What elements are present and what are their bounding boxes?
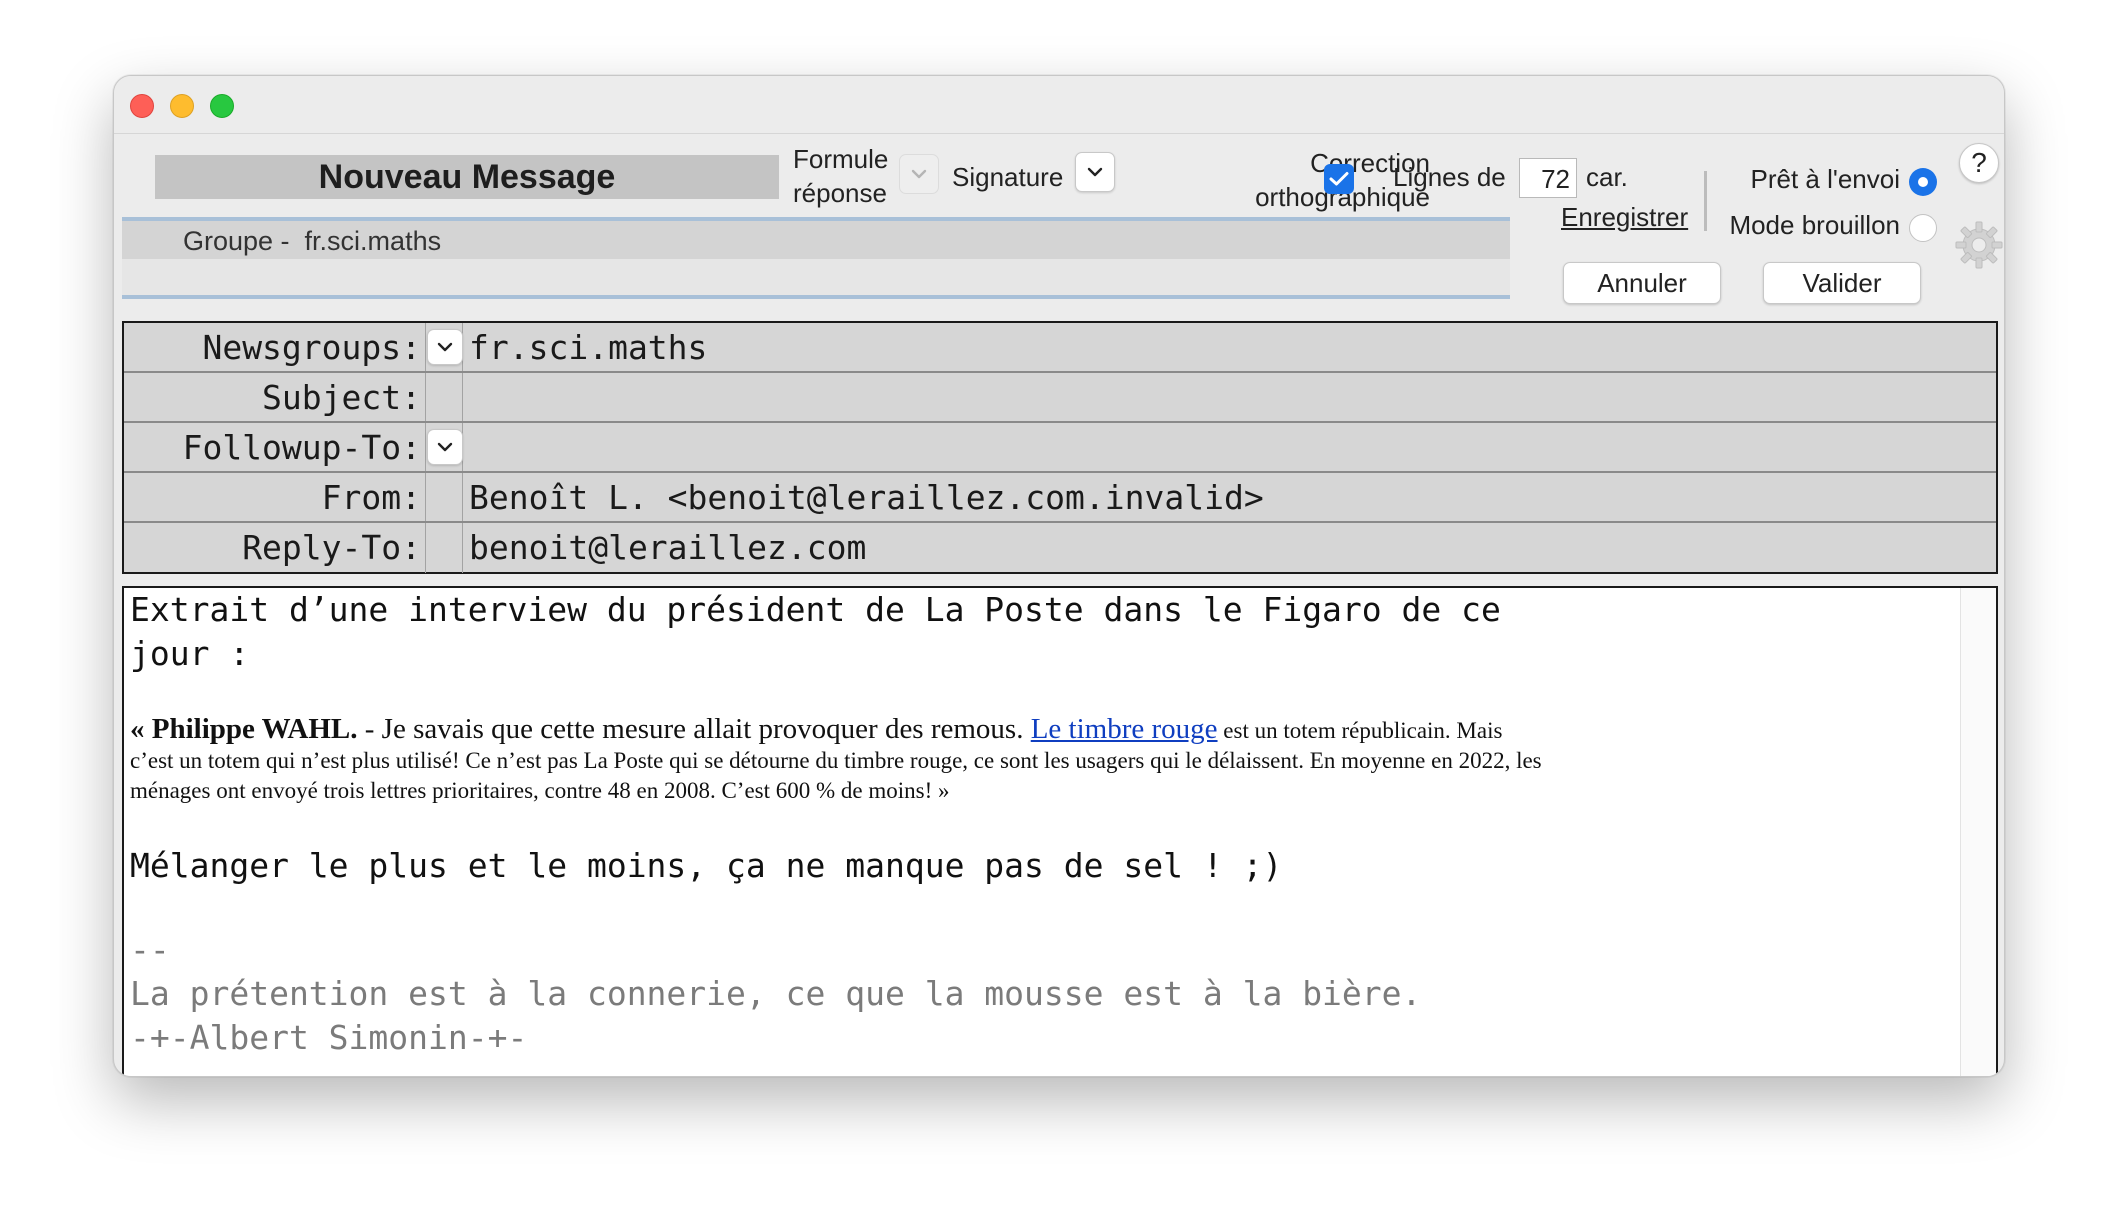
header-name: Followup-To: <box>182 428 421 467</box>
gear-icon[interactable] <box>1954 220 2004 270</box>
minimize-window-button[interactable] <box>170 94 194 118</box>
message-body-editor[interactable]: Extrait d’une interview du président de … <box>122 586 1998 1076</box>
quote-text-1: - Je savais que cette mesure allait prov… <box>357 713 1031 745</box>
group-panel: Groupe - fr.sci.maths <box>122 217 1510 299</box>
signature-popup-button[interactable] <box>1075 152 1115 192</box>
header-row-followup: Followup-To: <box>124 423 1996 473</box>
from-field[interactable]: Benoît L. <benoit@leraillez.com.invalid> <box>469 473 1996 521</box>
group-label: Groupe - fr.sci.maths <box>122 221 1510 259</box>
header-row-replyto: Reply-To: benoit@leraillez.com <box>124 523 1996 573</box>
quote-speaker: Philippe WAHL. <box>151 713 358 745</box>
body-scrollbar[interactable] <box>1960 588 1996 1076</box>
subject-field[interactable] <box>469 373 1996 421</box>
compose-window: Nouveau Message Formule réponse Signatur… <box>113 75 2005 1077</box>
quote-open: « <box>130 713 152 745</box>
header-popup-cell <box>425 523 463 573</box>
body-intro-line2: jour : <box>130 634 250 673</box>
zoom-window-button[interactable] <box>210 94 234 118</box>
timbre-rouge-link[interactable]: Le timbre rouge <box>1031 713 1218 745</box>
header-row-from: From: Benoît L. <benoit@leraillez.com.in… <box>124 473 1996 523</box>
body-comment: Mélanger le plus et le moins, ça ne manq… <box>130 846 1283 885</box>
header-popup-cell <box>425 423 463 471</box>
signature-line2: -+-Albert Simonin-+- <box>130 1018 528 1057</box>
lignes-unit: car. <box>1586 162 1628 192</box>
draft-radio[interactable] <box>1909 214 1937 242</box>
header-popup-cell <box>425 323 463 371</box>
draft-radio-label: Mode brouillon <box>1729 210 1900 240</box>
newsgroups-popup-button[interactable] <box>427 329 463 365</box>
chevron-down-icon <box>437 342 453 352</box>
signature-separator: -- <box>130 930 170 969</box>
header-row-newsgroups: Newsgroups: fr.sci.maths <box>124 323 1996 373</box>
chevron-down-icon <box>911 169 927 179</box>
correction-checkbox[interactable] <box>1324 164 1354 194</box>
body-intro-line1: Extrait d’une interview du président de … <box>130 590 1501 629</box>
title-bar <box>114 76 2004 134</box>
followup-field[interactable] <box>469 423 1996 471</box>
header-row-subject: Subject: <box>124 373 1996 423</box>
header-name: From: <box>321 478 421 517</box>
checkmark-icon <box>1329 172 1349 186</box>
header-name: Subject: <box>262 378 421 417</box>
formule-label-line2: réponse <box>793 178 887 208</box>
save-button[interactable]: Enregistrer <box>1561 202 1688 233</box>
chevron-down-icon <box>1087 167 1103 177</box>
signature-line1: La prétention est à la connerie, ce que … <box>130 974 1422 1013</box>
newsgroups-field[interactable]: fr.sci.maths <box>469 323 1996 371</box>
ready-radio[interactable] <box>1909 168 1937 196</box>
formule-label-line1: Formule <box>793 144 889 174</box>
header-name: Reply-To: <box>242 528 421 567</box>
header-fields: Newsgroups: fr.sci.maths Subject: Follow… <box>122 321 1998 574</box>
header-popup-cell <box>425 473 463 521</box>
line-length-field[interactable]: 72 <box>1519 158 1577 198</box>
separator <box>1704 171 1707 231</box>
help-button[interactable]: ? <box>1959 143 1999 183</box>
close-window-button[interactable] <box>130 94 154 118</box>
validate-button[interactable]: Valider <box>1763 262 1921 304</box>
cancel-button[interactable]: Annuler <box>1563 262 1721 304</box>
chevron-down-icon <box>437 442 453 452</box>
page-title: Nouveau Message <box>155 155 779 199</box>
formule-popup-button[interactable] <box>899 154 939 194</box>
ready-radio-label: Prêt à l'envoi <box>1750 164 1901 194</box>
followup-popup-button[interactable] <box>427 429 463 465</box>
quoted-excerpt: « Philippe WAHL. - Je savais que cette m… <box>130 714 1550 806</box>
header-name: Newsgroups: <box>202 328 421 367</box>
header-popup-cell <box>425 373 463 421</box>
signature-label: Signature <box>952 162 1064 192</box>
lignes-label: Lignes de <box>1393 162 1506 192</box>
replyto-field[interactable]: benoit@leraillez.com <box>469 523 1996 573</box>
correction-label-line2: orthographique <box>1255 182 1430 212</box>
